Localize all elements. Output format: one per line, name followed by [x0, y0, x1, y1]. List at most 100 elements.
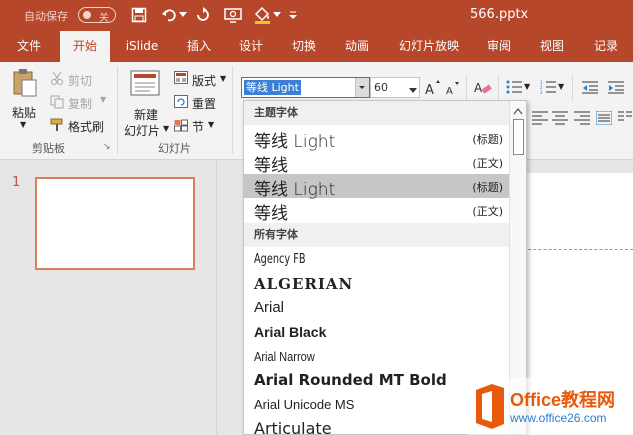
paste-button[interactable]: 粘贴 — [12, 104, 36, 121]
font-option-name: 等线 Light — [254, 132, 336, 152]
font-option[interactable]: 等线 (正文) — [244, 198, 509, 224]
decrease-font-size-icon[interactable]: A — [446, 82, 462, 99]
cut-icon[interactable] — [50, 71, 64, 88]
paste-icon[interactable] — [12, 68, 38, 101]
font-option[interactable]: Agency FB — [244, 248, 509, 272]
numbering-dropdown-icon[interactable]: ▼ — [558, 82, 564, 91]
watermark: Office教程网 www.office26.com — [468, 378, 633, 435]
increase-indent-icon[interactable] — [608, 81, 624, 97]
font-option-name: 等线 — [254, 204, 288, 224]
font-option[interactable]: 等线 Light (标题) — [244, 126, 509, 152]
increase-font-size-icon[interactable]: A — [425, 80, 441, 99]
customize-qat-icon[interactable] — [286, 5, 300, 25]
group-divider — [117, 66, 118, 154]
scroll-up-icon[interactable] — [513, 104, 523, 118]
decrease-indent-icon[interactable] — [582, 81, 598, 97]
tab-animations[interactable]: 动画 — [336, 31, 378, 62]
new-slide-dropdown-icon[interactable]: ▼ — [163, 124, 169, 133]
reset-icon[interactable] — [174, 95, 188, 111]
undo-dropdown-icon[interactable] — [178, 5, 188, 25]
font-option-highlighted[interactable]: 等线 Light (标题) — [244, 174, 509, 200]
bullets-dropdown-icon[interactable]: ▼ — [524, 82, 530, 91]
columns-icon[interactable] — [618, 111, 632, 128]
paste-dropdown-icon[interactable]: ▼ — [20, 120, 26, 129]
autosave-label: 自动保存 — [24, 10, 68, 23]
placeholder-border — [518, 249, 633, 250]
font-option-tag: (标题) — [472, 181, 503, 194]
clipboard-launcher-icon[interactable]: ↘ — [103, 142, 111, 152]
tab-insert[interactable]: 插入 — [178, 31, 220, 62]
font-option-name: Arial Narrow — [254, 349, 315, 364]
justify-icon[interactable] — [595, 110, 613, 128]
copy-button[interactable]: 复制 — [68, 95, 92, 112]
font-option-name: Arial Rounded MT Bold — [254, 371, 447, 389]
font-option-tag: (正文) — [472, 157, 503, 170]
font-name-selected: 等线 Light — [244, 80, 301, 95]
format-painter-icon[interactable] — [50, 118, 64, 135]
align-right-icon[interactable] — [574, 111, 590, 128]
redo-icon[interactable] — [192, 5, 214, 25]
font-option-name: Agency FB — [254, 252, 306, 267]
section-dropdown-icon[interactable]: ▼ — [208, 120, 214, 129]
group-divider — [498, 76, 499, 100]
font-option[interactable]: Arial Black — [244, 320, 509, 344]
font-option-tag: (标题) — [472, 133, 503, 146]
font-option[interactable]: Arial Narrow — [244, 344, 509, 368]
font-option[interactable]: ALGERIAN — [244, 272, 509, 296]
slide-thumbnail[interactable] — [35, 177, 195, 270]
save-icon[interactable] — [128, 5, 150, 25]
group-divider — [466, 76, 467, 100]
format-painter-button[interactable]: 格式刷 — [68, 118, 104, 135]
scrollbar-thumb[interactable] — [513, 119, 524, 155]
font-size-combobox[interactable]: 60 — [370, 77, 420, 98]
svg-text:A: A — [446, 86, 453, 96]
reset-button[interactable]: 重置 — [192, 95, 216, 112]
tab-home[interactable]: 开始 — [60, 31, 110, 62]
toggle-dot — [83, 11, 91, 19]
new-slide-button[interactable]: 新建 — [134, 106, 158, 123]
theme-fonts-header: 主题字体 — [244, 101, 509, 125]
clear-formatting-icon[interactable]: A — [474, 79, 492, 100]
bullets-icon[interactable] — [506, 80, 522, 97]
watermark-title: Office教程网 — [510, 390, 616, 410]
copy-dropdown-icon[interactable]: ▼ — [100, 95, 106, 104]
new-slide-icon[interactable] — [130, 70, 160, 101]
tab-slideshow[interactable]: 幻灯片放映 — [393, 31, 465, 62]
copy-icon[interactable] — [50, 95, 64, 112]
font-option-name: Arial Black — [254, 324, 327, 340]
font-option-name: Articulate — [254, 419, 332, 435]
tab-record[interactable]: 记录 — [585, 31, 627, 62]
group-divider — [572, 76, 573, 100]
tab-view[interactable]: 视图 — [531, 31, 573, 62]
paint-bucket-icon[interactable] — [252, 5, 274, 25]
paint-dropdown-icon[interactable] — [272, 5, 282, 25]
present-icon[interactable] — [222, 5, 244, 25]
font-option-name: Arial — [254, 299, 285, 316]
layout-button[interactable]: 版式 — [192, 72, 216, 89]
undo-icon[interactable] — [158, 5, 180, 25]
layout-dropdown-icon[interactable]: ▼ — [220, 74, 226, 83]
align-center-icon[interactable] — [552, 111, 568, 128]
cut-button[interactable]: 剪切 — [68, 72, 92, 89]
slides-group-label: 幻灯片 — [158, 142, 191, 155]
tab-transitions[interactable]: 切换 — [283, 31, 325, 62]
font-option[interactable]: 等线 (正文) — [244, 150, 509, 176]
tab-file[interactable]: 文件 — [8, 31, 50, 62]
tab-review[interactable]: 审阅 — [478, 31, 520, 62]
font-option[interactable]: Arial — [244, 296, 509, 320]
toggle-state: 关 — [99, 13, 109, 24]
font-size-dropdown-icon[interactable] — [409, 84, 417, 97]
clipboard-group-label: 剪贴板 — [32, 142, 65, 155]
section-button[interactable]: 节 — [192, 118, 204, 135]
autosave-toggle[interactable]: 关 — [78, 7, 116, 24]
numbering-icon[interactable]: 123 — [540, 80, 556, 97]
align-left-icon[interactable] — [532, 111, 548, 128]
font-name-combobox[interactable]: 等线 Light — [241, 77, 370, 98]
layout-icon[interactable] — [174, 71, 188, 87]
new-slide-label[interactable]: 幻灯片 — [124, 122, 160, 139]
font-name-dropdown-icon[interactable] — [355, 78, 369, 97]
font-size-value: 60 — [374, 81, 388, 94]
tab-design[interactable]: 设计 — [230, 31, 272, 62]
section-icon[interactable] — [174, 119, 188, 135]
tab-islide[interactable]: iSlide — [118, 31, 166, 62]
